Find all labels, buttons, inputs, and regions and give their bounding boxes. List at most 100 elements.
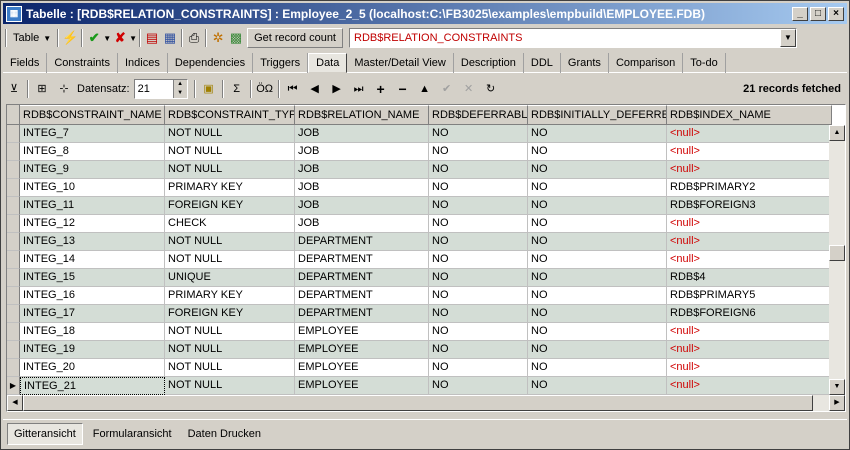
last-record-icon[interactable]: ⏭ xyxy=(348,78,370,100)
table-cell[interactable]: RDB$PRIMARY5 xyxy=(667,287,832,305)
table-cell[interactable]: <null> xyxy=(667,341,832,359)
table-row[interactable]: INTEG_18 NOT NULL EMPLOYEE NO NO <null> xyxy=(7,323,832,341)
table-cell[interactable]: <null> xyxy=(667,359,832,377)
table-cell[interactable]: NO xyxy=(528,269,667,287)
table-cell[interactable]: NO xyxy=(528,125,667,143)
row-indicator[interactable] xyxy=(7,341,20,359)
tab-to-do[interactable]: To-do xyxy=(683,53,726,73)
column-header[interactable]: RDB$RELATION_NAME xyxy=(295,105,429,125)
table-cell[interactable]: NO xyxy=(528,287,667,305)
tab-ddl[interactable]: DDL xyxy=(524,53,561,73)
grid-view-button[interactable]: Gitteransicht xyxy=(7,422,83,445)
table-cell[interactable]: DEPARTMENT xyxy=(295,269,429,287)
column-header[interactable]: RDB$INITIALLY_DEFERRED xyxy=(528,105,667,125)
table-cell[interactable]: NO xyxy=(429,251,528,269)
table-cell[interactable]: INTEG_8 xyxy=(20,143,165,161)
table-row[interactable]: INTEG_11 FOREIGN KEY JOB NO NO RDB$FOREIGN3 xyxy=(7,197,832,215)
row-indicator[interactable] xyxy=(7,143,20,161)
table-cell[interactable]: UNIQUE xyxy=(165,269,295,287)
table-cell[interactable]: <null> xyxy=(667,161,832,179)
table-cell[interactable]: <null> xyxy=(667,143,832,161)
minimize-button[interactable]: _ xyxy=(792,6,808,21)
row-indicator[interactable] xyxy=(7,215,20,233)
table-cell[interactable]: RDB$FOREIGN3 xyxy=(667,197,832,215)
table-cell[interactable]: NO xyxy=(429,377,528,395)
table-cell[interactable]: DEPARTMENT xyxy=(295,305,429,323)
cancel-edit-icon[interactable]: ✕ xyxy=(458,78,480,100)
table-cell[interactable]: NO xyxy=(429,197,528,215)
post-edit-icon[interactable]: ✔ xyxy=(436,78,458,100)
vertical-scrollbar[interactable]: ▲ ▼ xyxy=(829,125,845,395)
form-view-button[interactable]: Formularansicht xyxy=(87,423,178,445)
table-cell[interactable]: NOT NULL xyxy=(165,323,295,341)
table-cell[interactable]: NO xyxy=(429,215,528,233)
table-cell[interactable]: INTEG_10 xyxy=(20,179,165,197)
table-cell[interactable]: NO xyxy=(528,179,667,197)
table-cell[interactable]: <null> xyxy=(667,323,832,341)
print-data-button[interactable]: Daten Drucken xyxy=(182,423,267,445)
filter-icon[interactable]: ⊻ xyxy=(3,78,25,100)
row-indicator[interactable] xyxy=(7,251,20,269)
table-cell[interactable]: EMPLOYEE xyxy=(295,323,429,341)
datensatz-input[interactable]: 21 ▲ ▼ xyxy=(133,79,188,99)
table-cell[interactable]: JOB xyxy=(295,215,429,233)
table-cell[interactable]: JOB xyxy=(295,143,429,161)
table-cell[interactable]: NO xyxy=(429,359,528,377)
horizontal-scrollbar[interactable]: ◀ ▶ xyxy=(7,395,845,411)
table-cell[interactable]: INTEG_13 xyxy=(20,233,165,251)
column-header[interactable]: RDB$CONSTRAINT_TYPE xyxy=(165,105,295,125)
table-cell[interactable]: EMPLOYEE xyxy=(295,377,429,395)
relation-name-combo[interactable]: RDB$RELATION_CONSTRAINTS ▼ xyxy=(349,28,797,48)
print-icon[interactable]: ⎙ xyxy=(185,29,203,47)
table-cell[interactable]: NO xyxy=(528,143,667,161)
tab-description[interactable]: Description xyxy=(454,53,524,73)
table-cell[interactable]: NO xyxy=(429,143,528,161)
table-cell[interactable]: NO xyxy=(528,305,667,323)
close-button[interactable]: × xyxy=(828,6,844,21)
table-cell[interactable]: EMPLOYEE xyxy=(295,341,429,359)
row-indicator[interactable] xyxy=(7,269,20,287)
add-filter-icon[interactable]: ⊹ xyxy=(53,78,75,100)
next-record-icon[interactable]: ▶ xyxy=(326,78,348,100)
tab-constraints[interactable]: Constraints xyxy=(47,53,118,73)
table-cell[interactable]: NOT NULL xyxy=(165,359,295,377)
table-row[interactable]: ▶ INTEG_21 NOT NULL EMPLOYEE NO NO <null> xyxy=(7,377,832,395)
options-icon[interactable]: ✲ xyxy=(209,29,227,47)
vertical-scroll-thumb[interactable] xyxy=(829,245,845,261)
table-menu-button[interactable]: Table ▼ xyxy=(9,27,55,49)
table-cell[interactable]: RDB$PRIMARY2 xyxy=(667,179,832,197)
tab-fields[interactable]: Fields xyxy=(3,53,48,73)
refresh-icon[interactable]: ↻ xyxy=(480,78,502,100)
scroll-down-icon[interactable]: ▼ xyxy=(829,379,845,395)
table-cell[interactable]: INTEG_7 xyxy=(20,125,165,143)
table-cell[interactable]: INTEG_11 xyxy=(20,197,165,215)
table-cell[interactable]: INTEG_18 xyxy=(20,323,165,341)
table-cell[interactable]: NO xyxy=(528,161,667,179)
table-cell[interactable]: JOB xyxy=(295,161,429,179)
scroll-up-icon[interactable]: ▲ xyxy=(829,125,845,141)
table-filter-icon[interactable]: ⊞ xyxy=(31,78,53,100)
table-row[interactable]: INTEG_14 NOT NULL DEPARTMENT NO NO <null> xyxy=(7,251,832,269)
table-cell[interactable]: INTEG_19 xyxy=(20,341,165,359)
table-cell[interactable]: INTEG_14 xyxy=(20,251,165,269)
table-cell[interactable]: INTEG_9 xyxy=(20,161,165,179)
table-row[interactable]: INTEG_7 NOT NULL JOB NO NO <null> xyxy=(7,125,832,143)
table-cell[interactable]: INTEG_15 xyxy=(20,269,165,287)
sum-icon[interactable]: Σ xyxy=(226,78,248,100)
current-row-indicator-icon[interactable]: ▶ xyxy=(7,377,20,395)
table-row[interactable]: INTEG_8 NOT NULL JOB NO NO <null> xyxy=(7,143,832,161)
table-cell[interactable]: NO xyxy=(528,197,667,215)
table-cell[interactable]: NO xyxy=(429,179,528,197)
row-indicator[interactable] xyxy=(7,179,20,197)
table-cell[interactable]: DEPARTMENT xyxy=(295,287,429,305)
table-cell[interactable]: RDB$FOREIGN6 xyxy=(667,305,832,323)
table-cell[interactable]: <null> xyxy=(667,215,832,233)
get-record-count-button[interactable]: Get record count xyxy=(247,28,343,48)
table-row[interactable]: INTEG_12 CHECK JOB NO NO <null> xyxy=(7,215,832,233)
table-cell[interactable]: DEPARTMENT xyxy=(295,251,429,269)
table-row[interactable]: INTEG_10 PRIMARY KEY JOB NO NO RDB$PRIMARY2 xyxy=(7,179,832,197)
calendar-table-icon[interactable]: ▦ xyxy=(161,29,179,47)
table-cell[interactable]: CHECK xyxy=(165,215,295,233)
cube-icon[interactable]: ▣ xyxy=(198,78,220,100)
table-cell[interactable]: INTEG_21 xyxy=(20,377,165,395)
